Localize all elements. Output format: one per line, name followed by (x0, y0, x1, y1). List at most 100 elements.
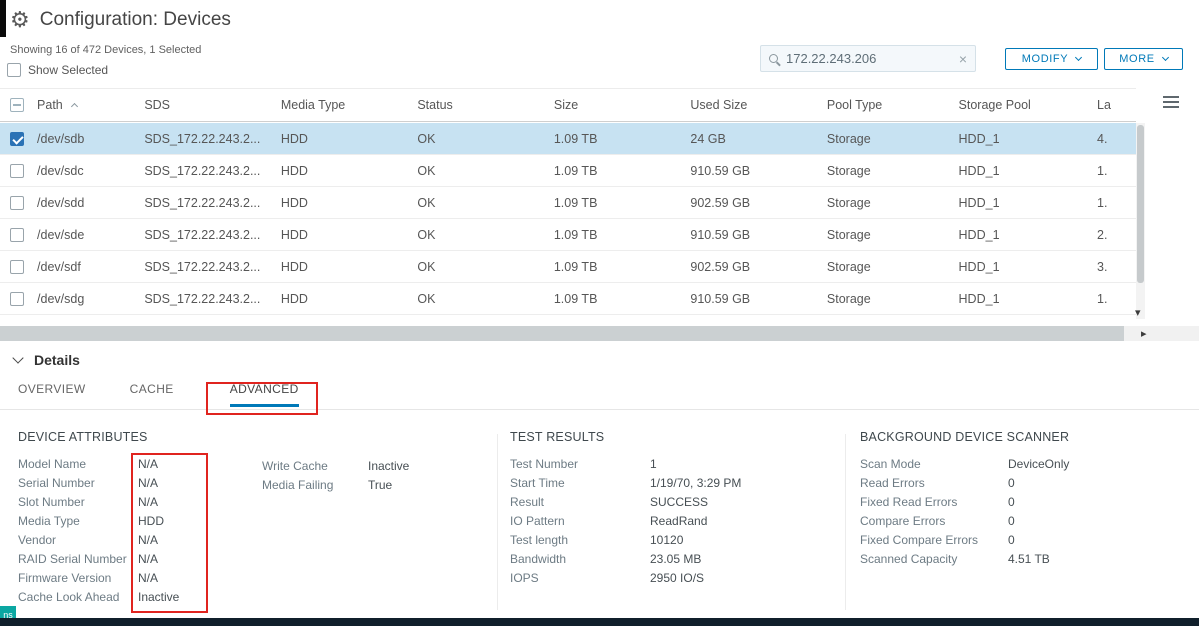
scroll-down-icon[interactable]: ▾ (1135, 306, 1141, 319)
column-header-pool-type[interactable]: Pool Type (827, 98, 959, 112)
attr-label: Model Name (18, 457, 138, 471)
cell-used-size: 910.59 GB (690, 164, 827, 178)
clear-search-icon[interactable]: × (959, 51, 967, 67)
table-row[interactable]: /dev/sdc SDS_172.22.243.2... HDD OK 1.09… (0, 155, 1136, 187)
table-body: /dev/sdb SDS_172.22.243.2... HDD OK 1.09… (0, 123, 1136, 315)
attr-value: ReadRand (650, 514, 707, 528)
scroll-right-icon[interactable]: ▸ (1141, 327, 1147, 340)
column-header-sds[interactable]: SDS (144, 98, 281, 112)
column-header-label: Storage Pool (959, 98, 1031, 112)
tab-label: OVERVIEW (18, 382, 86, 396)
column-header-label: Pool Type (827, 98, 882, 112)
cell-sds: SDS_172.22.243.2... (144, 196, 281, 210)
cell-last: 2. (1097, 228, 1136, 242)
cell-used-size: 902.59 GB (690, 260, 827, 274)
row-checkbox[interactable] (10, 196, 24, 210)
attr-value: 1/19/70, 3:29 PM (650, 476, 741, 490)
attr-label: Scan Mode (860, 457, 1008, 471)
table-row[interactable]: /dev/sdd SDS_172.22.243.2... HDD OK 1.09… (0, 187, 1136, 219)
cell-media-type: HDD (281, 228, 418, 242)
column-header-path[interactable]: Path (37, 98, 144, 112)
attr-label: Cache Look Ahead (18, 590, 138, 604)
cell-used-size: 902.59 GB (690, 196, 827, 210)
attr-value: N/A (138, 457, 158, 471)
cell-last: 4. (1097, 132, 1136, 146)
more-button-label: MORE (1119, 53, 1154, 65)
search-value[interactable]: 172.22.243.206 (786, 51, 951, 66)
showing-count-text: Showing 16 of 472 Devices, 1 Selected (10, 44, 201, 56)
attr-value: 0 (1008, 495, 1015, 509)
tab-cache[interactable]: CACHE (130, 382, 174, 407)
table-row[interactable]: /dev/sdf SDS_172.22.243.2... HDD OK 1.09… (0, 251, 1136, 283)
row-checkbox[interactable] (10, 132, 24, 146)
column-header-label: SDS (144, 98, 170, 112)
cell-storage-pool: HDD_1 (959, 260, 1097, 274)
cell-status: OK (417, 164, 554, 178)
cell-size: 1.09 TB (554, 228, 691, 242)
cell-status: OK (417, 132, 554, 146)
show-selected-control: Show Selected (7, 63, 108, 77)
cell-storage-pool: HDD_1 (959, 228, 1097, 242)
cell-size: 1.09 TB (554, 196, 691, 210)
attr-value: N/A (138, 533, 158, 547)
attr-value: 4.51 TB (1008, 552, 1050, 566)
search-input[interactable]: 172.22.243.206 × (760, 45, 976, 72)
modify-button-label: MODIFY (1022, 53, 1068, 65)
attr-label: RAID Serial Number (18, 552, 138, 566)
cell-path: /dev/sdg (37, 292, 144, 306)
page: ⚙ Configuration: Devices Showing 16 of 4… (0, 0, 1199, 626)
column-header-label: Used Size (690, 98, 747, 112)
table-row[interactable]: /dev/sdb SDS_172.22.243.2... HDD OK 1.09… (0, 123, 1136, 155)
column-header-media-type[interactable]: Media Type (281, 98, 418, 112)
cell-path: /dev/sdf (37, 260, 144, 274)
section-divider (497, 434, 498, 610)
column-header-label: Path (37, 98, 63, 112)
cell-storage-pool: HDD_1 (959, 196, 1097, 210)
cell-media-type: HDD (281, 164, 418, 178)
attr-value: N/A (138, 571, 158, 585)
row-checkbox[interactable] (10, 292, 24, 306)
column-header-status[interactable]: Status (417, 98, 554, 112)
column-header-storage-pool[interactable]: Storage Pool (959, 98, 1097, 112)
attr-label: Test length (510, 533, 650, 547)
attr-value: 2950 IO/S (650, 571, 704, 585)
table-row[interactable]: /dev/sde SDS_172.22.243.2... HDD OK 1.09… (0, 219, 1136, 251)
chevron-down-icon (1075, 54, 1082, 61)
column-header-last[interactable]: La (1097, 98, 1136, 112)
horizontal-scrollbar-thumb[interactable] (0, 326, 1124, 341)
attr-value: N/A (138, 495, 158, 509)
vertical-scrollbar[interactable] (1136, 123, 1145, 319)
vertical-scrollbar-thumb[interactable] (1137, 125, 1144, 283)
test-results-section: TEST RESULTS Test Number1 Start Time1/19… (510, 430, 830, 587)
attr-label: Bandwidth (510, 552, 650, 566)
cell-status: OK (417, 228, 554, 242)
details-toggle[interactable]: Details (14, 352, 80, 368)
tab-overview[interactable]: OVERVIEW (18, 382, 86, 407)
show-selected-checkbox[interactable] (7, 63, 21, 77)
modify-button[interactable]: MODIFY (1005, 48, 1098, 70)
column-header-size[interactable]: Size (554, 98, 691, 112)
cell-pool-type: Storage (827, 132, 959, 146)
cell-size: 1.09 TB (554, 292, 691, 306)
cell-pool-type: Storage (827, 292, 959, 306)
column-settings-icon[interactable] (1163, 96, 1179, 108)
row-checkbox[interactable] (10, 260, 24, 274)
attr-label: Start Time (510, 476, 650, 490)
attr-value: 0 (1008, 514, 1015, 528)
select-all-checkbox[interactable] (10, 98, 24, 112)
cell-path: /dev/sdb (37, 132, 144, 146)
more-button[interactable]: MORE (1104, 48, 1183, 70)
row-checkbox[interactable] (10, 228, 24, 242)
cell-storage-pool: HDD_1 (959, 164, 1097, 178)
row-checkbox[interactable] (10, 164, 24, 178)
cell-last: 3. (1097, 260, 1136, 274)
column-header-label: La (1097, 98, 1111, 112)
cell-pool-type: Storage (827, 164, 959, 178)
cell-pool-type: Storage (827, 196, 959, 210)
table-header: Path SDS Media Type Status Size Used Siz… (0, 88, 1136, 122)
table-row[interactable]: /dev/sdg SDS_172.22.243.2... HDD OK 1.09… (0, 283, 1136, 315)
taskbar (0, 618, 1199, 626)
horizontal-scrollbar[interactable] (0, 326, 1199, 341)
tab-advanced[interactable]: ADVANCED (230, 382, 299, 407)
column-header-used-size[interactable]: Used Size (690, 98, 827, 112)
